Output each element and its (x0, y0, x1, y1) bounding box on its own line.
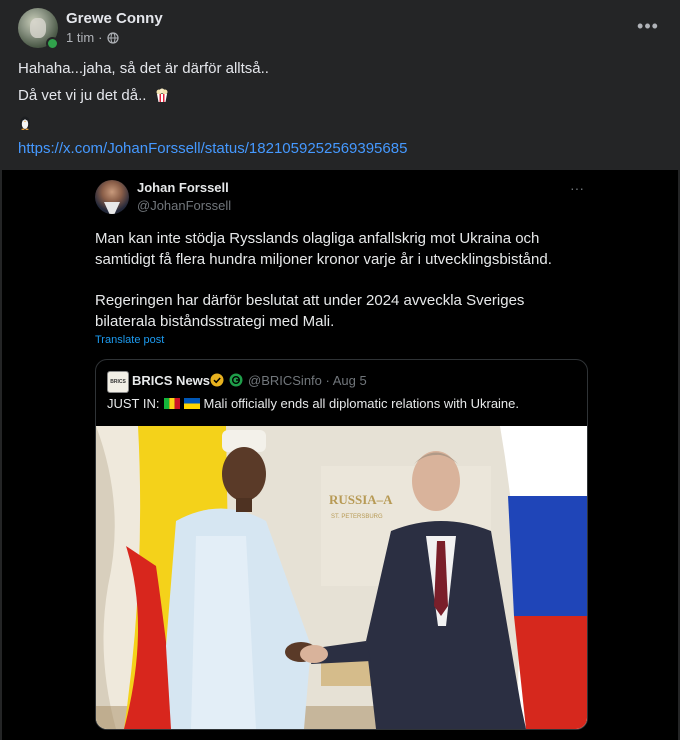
verified-badge-icon (210, 373, 224, 387)
news-photo[interactable]: RUSSIA–A ST. PETERSBURG (96, 426, 587, 729)
quoted-text-body: Mali officially ends all diplomatic rela… (203, 396, 520, 411)
backdrop-title: RUSSIA–A (329, 492, 393, 507)
author-name[interactable]: Grewe Conny (66, 10, 163, 27)
embedded-tweet[interactable]: Johan Forssell @JohanForssell ··· Man ka… (2, 170, 678, 740)
translate-post-link[interactable]: Translate post (95, 334, 164, 346)
affiliate-badge-icon (229, 373, 243, 387)
online-status-icon (46, 37, 59, 50)
tweet-text-paragraph2: Regeringen har därför beslutat att under… (95, 292, 525, 330)
quoted-author-name[interactable]: BRICS News (132, 373, 210, 388)
tweet-more-icon[interactable]: ··· (570, 180, 584, 196)
post-link[interactable]: https://x.com/JohanForssell/status/18210… (18, 140, 407, 157)
brics-logo[interactable]: BRICS (107, 371, 129, 393)
post-text-line2: Då vet vi ju det då.. (18, 87, 169, 104)
quoted-text-prefix: JUST IN: (107, 396, 160, 411)
tweet-text-paragraph1: Man kan inte stödja Rysslands olagliga a… (95, 230, 552, 268)
news-photo-illustration: RUSSIA–A ST. PETERSBURG (96, 426, 587, 729)
post-time[interactable]: 1 tim (66, 30, 94, 45)
meta-separator: · (98, 30, 103, 45)
backdrop-subtitle: ST. PETERSBURG (331, 514, 383, 520)
quoted-tweet[interactable]: BRICS BRICS News @BRICSinfo · Aug 5 JUST… (95, 359, 588, 730)
quoted-text: JUST IN: Mali officially ends all diplom… (107, 396, 519, 411)
globe-icon (106, 31, 119, 44)
penguin-icon (20, 116, 30, 130)
quoted-handle-date[interactable]: @BRICSinfo · Aug 5 (248, 373, 367, 388)
tweet-author-handle[interactable]: @JohanForssell (137, 198, 231, 213)
post-header: Grewe Conny 1 tim · ••• (0, 0, 680, 60)
mali-flag-icon (163, 398, 180, 409)
popcorn-icon (156, 88, 168, 102)
tweet-author-avatar[interactable] (95, 180, 129, 214)
post-text-line2-text: Då vet vi ju det då.. (18, 87, 147, 104)
post-text-line1: Hahaha...jaha, så det är därför alltså.. (18, 60, 269, 77)
post-text-line3 (18, 114, 32, 134)
ukraine-flag-icon (183, 398, 200, 409)
more-icon[interactable]: ••• (633, 12, 663, 40)
post-meta: 1 tim · (66, 30, 119, 45)
tweet-author-name[interactable]: Johan Forssell (137, 180, 229, 195)
